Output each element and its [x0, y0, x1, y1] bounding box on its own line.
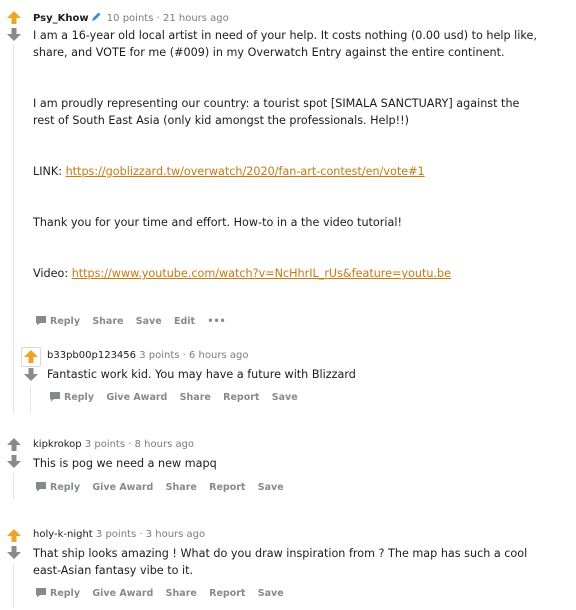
upvote-arrow-icon[interactable]: [7, 529, 23, 543]
comment-body: Fantastic work kid. You may have a futur…: [47, 366, 547, 383]
reply-button[interactable]: Reply: [35, 481, 80, 495]
comment-body: This is pog we need a new mapq: [33, 455, 543, 472]
share-button[interactable]: Share: [166, 588, 197, 599]
author-name[interactable]: b33pb00p123456: [47, 350, 136, 361]
save-button[interactable]: Save: [136, 316, 162, 327]
comment-actions: Reply Share Save Edit •••: [35, 315, 235, 329]
save-button[interactable]: Save: [258, 588, 284, 599]
body-text: Fantastic work kid. You may have a futur…: [47, 368, 356, 381]
author-name[interactable]: Psy_Khow: [33, 13, 89, 24]
give-award-button[interactable]: Give Award: [92, 588, 153, 599]
share-button[interactable]: Share: [92, 316, 123, 327]
timestamp[interactable]: 21 hours ago: [163, 13, 229, 24]
give-award-button[interactable]: Give Award: [92, 482, 153, 493]
points: 10 points: [106, 13, 154, 24]
comment-meta: b33pb00p123456 3 points · 6 hours ago: [47, 350, 249, 361]
body-paragraph: Thank you for your time and effort. How-…: [33, 216, 402, 229]
chat-bubble-icon: [49, 391, 61, 405]
points: 3 points: [139, 350, 180, 361]
comment-kipkrokop: kipkrokop 3 points · 8 hours ago This is…: [0, 425, 576, 505]
contest-link[interactable]: https://goblizzard.tw/overwatch/2020/fan…: [66, 165, 425, 178]
body-paragraph: I am proudly representing our country: a…: [33, 97, 520, 127]
body-paragraph: I am a 16-year old local artist in need …: [33, 29, 537, 59]
points: 3 points: [95, 529, 137, 540]
link-line: LINK: https://goblizzard.tw/overwatch/20…: [33, 163, 543, 180]
upvote-arrow-icon: [24, 350, 38, 363]
vote-column: [7, 11, 23, 42]
points: 3 points: [84, 439, 126, 450]
comment-body: That ship looks amazing ! What do you dr…: [33, 545, 548, 579]
save-button[interactable]: Save: [258, 482, 284, 493]
chat-bubble-icon: [35, 315, 47, 329]
reply-button[interactable]: Reply: [35, 587, 80, 601]
comment-psy-khow: Psy_Khow 10 points · 21 hours ago I am a…: [0, 0, 576, 414]
save-button[interactable]: Save: [272, 392, 298, 403]
upvote-button[interactable]: [21, 347, 41, 367]
video-line: Video: https://www.youtube.com/watch?v=N…: [33, 265, 543, 282]
chat-bubble-icon: [35, 481, 47, 495]
downvote-arrow-icon[interactable]: [7, 28, 23, 42]
comment-body: I am a 16-year old local artist in need …: [33, 27, 543, 282]
thread-line[interactable]: [13, 564, 14, 608]
report-button[interactable]: Report: [209, 482, 245, 493]
comment-meta: holy-k-night 3 points · 3 hours ago: [33, 529, 206, 540]
downvote-arrow-icon[interactable]: [24, 368, 40, 382]
timestamp[interactable]: 8 hours ago: [135, 439, 194, 450]
give-award-button[interactable]: Give Award: [106, 392, 167, 403]
edit-button[interactable]: Edit: [174, 316, 195, 327]
upvote-arrow-icon[interactable]: [7, 11, 23, 25]
body-text: This is pog we need a new mapq: [33, 457, 217, 470]
chat-bubble-icon: [35, 587, 47, 601]
comment-actions: Reply Give Award Share Report Save: [35, 481, 293, 495]
comment-meta: Psy_Khow 10 points · 21 hours ago: [33, 11, 229, 26]
report-button[interactable]: Report: [209, 588, 245, 599]
vote-column: [7, 529, 23, 560]
video-link[interactable]: https://www.youtube.com/watch?v=NcHhrIL_…: [72, 267, 451, 280]
video-label: Video:: [33, 267, 69, 280]
timestamp[interactable]: 3 hours ago: [146, 529, 205, 540]
downvote-arrow-icon[interactable]: [7, 546, 23, 560]
comment-actions: Reply Give Award Share Report Save: [49, 391, 307, 405]
thread-line[interactable]: [30, 386, 31, 412]
share-button[interactable]: Share: [180, 392, 211, 403]
upvote-arrow-icon[interactable]: [7, 438, 23, 452]
reply-button[interactable]: Reply: [49, 391, 94, 405]
comment-b33pb00p123456: b33pb00p123456 3 points · 6 hours ago Fa…: [0, 340, 576, 415]
comment-meta: kipkrokop 3 points · 8 hours ago: [33, 439, 195, 450]
thread-line[interactable]: [13, 473, 14, 499]
comment-holy-k-night: holy-k-night 3 points · 3 hours ago That…: [0, 515, 576, 610]
comment-actions: Reply Give Award Share Report Save: [35, 587, 293, 601]
more-options-icon[interactable]: •••: [207, 316, 225, 327]
timestamp[interactable]: 6 hours ago: [189, 350, 248, 361]
author-name[interactable]: holy-k-night: [33, 529, 93, 540]
downvote-arrow-icon[interactable]: [7, 455, 23, 469]
report-button[interactable]: Report: [223, 392, 259, 403]
author-name[interactable]: kipkrokop: [33, 439, 82, 450]
body-text: That ship looks amazing ! What do you dr…: [33, 547, 528, 577]
reply-button[interactable]: Reply: [35, 315, 80, 329]
link-label: LINK:: [33, 165, 63, 178]
pen-icon: [90, 11, 102, 26]
share-button[interactable]: Share: [166, 482, 197, 493]
vote-column: [7, 438, 23, 469]
